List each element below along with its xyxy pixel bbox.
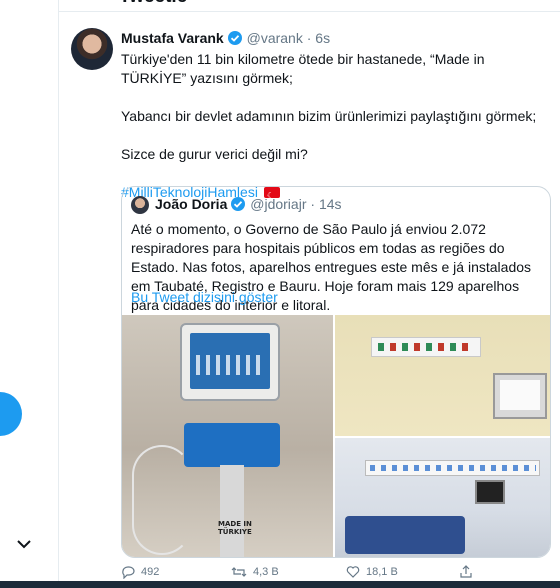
photo-bed bbox=[345, 516, 465, 554]
quoted-author-avatar bbox=[131, 196, 149, 214]
retweet-button[interactable]: 4,3 B bbox=[231, 565, 279, 579]
author-avatar[interactable] bbox=[71, 28, 113, 70]
tweet-paragraph: Türkiye'den 11 bin kilometre ötede bir h… bbox=[121, 51, 485, 86]
photo-stand bbox=[220, 465, 244, 557]
quoted-tweet-header: João Doria @jdoriajr · 14s bbox=[155, 196, 342, 212]
os-taskbar bbox=[0, 581, 560, 588]
verified-icon bbox=[227, 31, 242, 45]
author-name[interactable]: Mustafa Varank bbox=[121, 30, 224, 46]
share-icon bbox=[460, 565, 472, 578]
photo-wall-rail bbox=[365, 460, 540, 476]
page-title: Tweetle bbox=[119, 0, 187, 8]
retweet-count: 4,3 B bbox=[253, 566, 279, 578]
quoted-author-handle: @jdoriajr bbox=[250, 196, 307, 212]
left-rail bbox=[0, 0, 58, 588]
like-button[interactable]: 18,1 B bbox=[346, 565, 398, 579]
show-thread-link[interactable]: Bu Tweet dizisini göster bbox=[131, 289, 278, 305]
tweet-header: Mustafa Varank @varank · 6s bbox=[121, 30, 330, 46]
hospital-bed-photo[interactable] bbox=[335, 438, 550, 557]
hospital-wall-photo[interactable] bbox=[335, 315, 550, 436]
media-grid: MADE IN TÜRKIYE bbox=[122, 315, 550, 557]
photo-ventilator-unit bbox=[184, 423, 280, 467]
photo-tubes bbox=[132, 445, 192, 555]
like-count: 18,1 B bbox=[366, 566, 398, 578]
retweet-icon bbox=[231, 567, 247, 577]
tweet-column: Tweetle Mustafa Varank @varank · 6s Türk… bbox=[58, 0, 560, 588]
tweet-time[interactable]: 6s bbox=[315, 30, 330, 46]
share-button[interactable] bbox=[459, 565, 473, 579]
reply-button[interactable]: 492 bbox=[121, 565, 159, 579]
quoted-tweet[interactable]: João Doria @jdoriajr · 14s Até o momento… bbox=[121, 186, 551, 558]
made-in-turkiye-label: MADE IN TÜRKIYE bbox=[218, 520, 252, 536]
page-header: Tweetle bbox=[59, 0, 560, 12]
tweet-paragraph: Yabancı bir devlet adamının bizim ürünle… bbox=[121, 108, 537, 124]
like-icon bbox=[346, 566, 360, 578]
photo-wall-panel bbox=[371, 337, 481, 357]
quoted-author-name: João Doria bbox=[155, 196, 228, 212]
tweet-paragraph: Sizce de gurur verici değil mi? bbox=[121, 146, 308, 162]
quoted-tweet-time: 14s bbox=[318, 196, 342, 212]
verified-icon bbox=[231, 197, 246, 211]
chevron-down-icon[interactable] bbox=[14, 536, 34, 552]
separator-dot: · bbox=[306, 30, 312, 46]
compose-tweet-button[interactable] bbox=[0, 392, 22, 436]
author-handle[interactable]: @varank bbox=[247, 30, 303, 46]
photo-bedside-monitor bbox=[493, 373, 547, 419]
reply-icon bbox=[122, 566, 135, 579]
photo-monitor bbox=[180, 323, 280, 401]
reply-count: 492 bbox=[141, 566, 160, 578]
separator-dot: · bbox=[310, 196, 316, 212]
photo-small-monitor bbox=[475, 480, 505, 504]
ventilator-photo[interactable]: MADE IN TÜRKIYE bbox=[122, 315, 333, 557]
